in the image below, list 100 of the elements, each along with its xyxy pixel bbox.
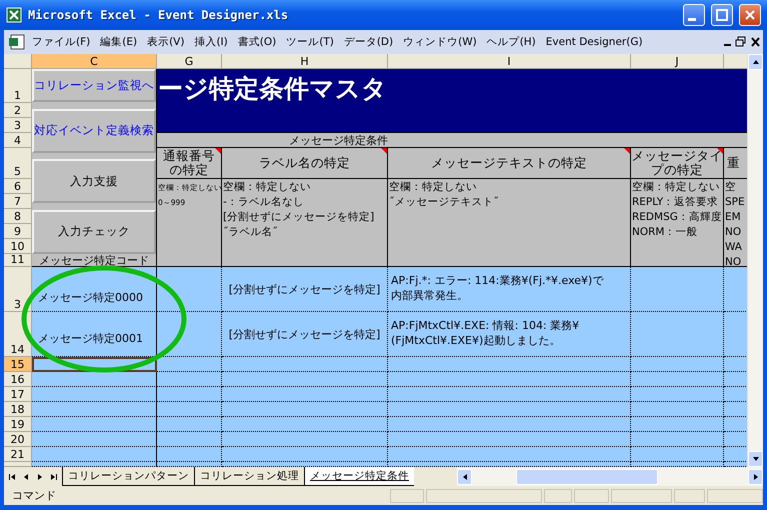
note-text: WA (725, 240, 743, 255)
grid-cell[interactable] (157, 417, 222, 432)
row-header[interactable]: 8 (4, 209, 32, 224)
note-text: 空 (725, 180, 737, 195)
grid-cell[interactable] (157, 447, 222, 462)
row-header[interactable]: 21 (4, 447, 32, 462)
row-header[interactable]: 6 (4, 179, 32, 194)
grid-cell[interactable] (222, 402, 388, 417)
grid-cell[interactable] (631, 402, 724, 417)
grid-cell[interactable] (157, 432, 222, 447)
grid-cell[interactable] (631, 372, 724, 387)
grid-cell[interactable] (32, 462, 157, 467)
spreadsheet-icon[interactable] (8, 34, 26, 50)
scroll-left-button[interactable] (457, 468, 472, 484)
row-header[interactable]: 1 (4, 69, 32, 103)
sheet-button[interactable]: 入力支援 (32, 159, 156, 204)
sheet-button[interactable]: 対応イベント定義検索 (32, 108, 156, 153)
status-panel (611, 488, 672, 502)
row-header[interactable]: 2 (4, 103, 32, 118)
maximize-button[interactable] (711, 4, 733, 26)
grid-cell[interactable] (388, 372, 631, 387)
scroll-down-button[interactable] (748, 451, 763, 467)
grid-cell[interactable] (157, 267, 222, 312)
column-header[interactable]: C (32, 54, 157, 69)
row-header[interactable]: 16 (4, 372, 32, 387)
grid-cell[interactable] (631, 447, 724, 462)
grid-cell[interactable] (222, 432, 388, 447)
row-header[interactable]: 17 (4, 387, 32, 402)
vertical-scrollbar[interactable] (747, 54, 763, 467)
menu-item[interactable]: 表示(V) (143, 33, 188, 51)
grid-cell[interactable] (222, 357, 388, 372)
menu-item[interactable]: ヘルプ(H) (482, 33, 540, 51)
menu-item[interactable]: 書式(O) (234, 33, 280, 51)
menu-item[interactable]: データ(D) (340, 33, 398, 51)
menu-item[interactable]: Event Designer(G) (542, 34, 647, 50)
grid-cell[interactable] (388, 417, 631, 432)
menu-item[interactable]: ツール(T) (282, 33, 338, 51)
grid-cell[interactable] (388, 357, 631, 372)
menu-item[interactable]: 挿入(I) (190, 33, 232, 51)
grid-cell[interactable] (32, 372, 157, 387)
sheet-tab[interactable]: コリレーション処理 (194, 467, 304, 486)
menu-item[interactable]: ウィンドウ(W) (399, 33, 481, 51)
grid-cell[interactable] (388, 402, 631, 417)
maximize-icon (716, 9, 728, 21)
window-title: Microsoft Excel - Event Designer.xls (28, 8, 290, 22)
minimize-icon (688, 18, 696, 20)
row-header[interactable]: 3 (4, 118, 32, 133)
column-header[interactable]: J (631, 54, 724, 69)
scroll-right-button[interactable] (748, 468, 763, 484)
row-header[interactable]: 20 (4, 432, 32, 447)
scroll-thumb[interactable] (516, 468, 658, 484)
group-header: メッセージ特定条件 (289, 133, 389, 147)
row-header[interactable]: 7 (4, 194, 32, 209)
status-panel (544, 488, 572, 502)
row-header[interactable]: 11 (4, 254, 32, 267)
grid-cell[interactable] (631, 432, 724, 447)
grid-cell[interactable] (631, 417, 724, 432)
grid-cell[interactable] (631, 462, 724, 467)
grid-cell[interactable] (388, 432, 631, 447)
grid-cell[interactable] (222, 462, 388, 467)
grid-cell[interactable] (631, 312, 724, 357)
minimize-button[interactable] (683, 4, 705, 26)
grid-cell[interactable] (157, 372, 222, 387)
grid-cell[interactable] (157, 402, 222, 417)
row-header[interactable]: 15 (4, 357, 32, 372)
horizontal-scrollbar[interactable] (457, 467, 763, 486)
row-header[interactable]: 19 (4, 417, 32, 432)
grid-cell[interactable] (157, 357, 222, 372)
grid-cell[interactable] (388, 447, 631, 462)
restore-icon[interactable] (735, 36, 747, 48)
close-button[interactable] (739, 4, 761, 26)
grid-cell[interactable] (222, 372, 388, 387)
sheet-tab[interactable]: メッセージ特定条件 (304, 467, 414, 486)
grid-cell[interactable] (631, 357, 724, 372)
row-header[interactable]: 3 (4, 267, 32, 312)
row-header[interactable]: 5 (4, 148, 32, 179)
row-header[interactable]: 9 (4, 224, 32, 239)
grid-cell[interactable] (222, 417, 388, 432)
row-header[interactable]: 4 (4, 133, 32, 148)
sheet-tab[interactable]: コリレーションパターン (62, 467, 194, 486)
row-header[interactable]: 18 (4, 402, 32, 417)
column-header[interactable]: H (222, 54, 388, 69)
grid-cell[interactable] (631, 267, 724, 312)
sheet-button[interactable]: 入力チェック (32, 210, 156, 254)
grid-cell[interactable] (388, 462, 631, 467)
column-header[interactable]: G (157, 54, 222, 69)
grid-cell[interactable] (388, 387, 631, 402)
grid-cell[interactable] (157, 387, 222, 402)
sheet-button[interactable]: コリレーション監視へ (32, 69, 156, 102)
note-text: NORM：一般 (632, 225, 698, 240)
scroll-up-button[interactable] (748, 54, 763, 70)
menu-item[interactable]: ファイル(F) (28, 33, 94, 51)
menu-item[interactable]: 編集(E) (96, 33, 142, 51)
grid-cell[interactable] (222, 447, 388, 462)
grid-cell[interactable] (222, 387, 388, 402)
grid-cell[interactable] (157, 462, 222, 467)
column-header[interactable]: I (388, 54, 631, 69)
grid-cell[interactable] (631, 387, 724, 402)
row-header[interactable]: 10 (4, 239, 32, 254)
chevron-up-icon (752, 58, 760, 66)
